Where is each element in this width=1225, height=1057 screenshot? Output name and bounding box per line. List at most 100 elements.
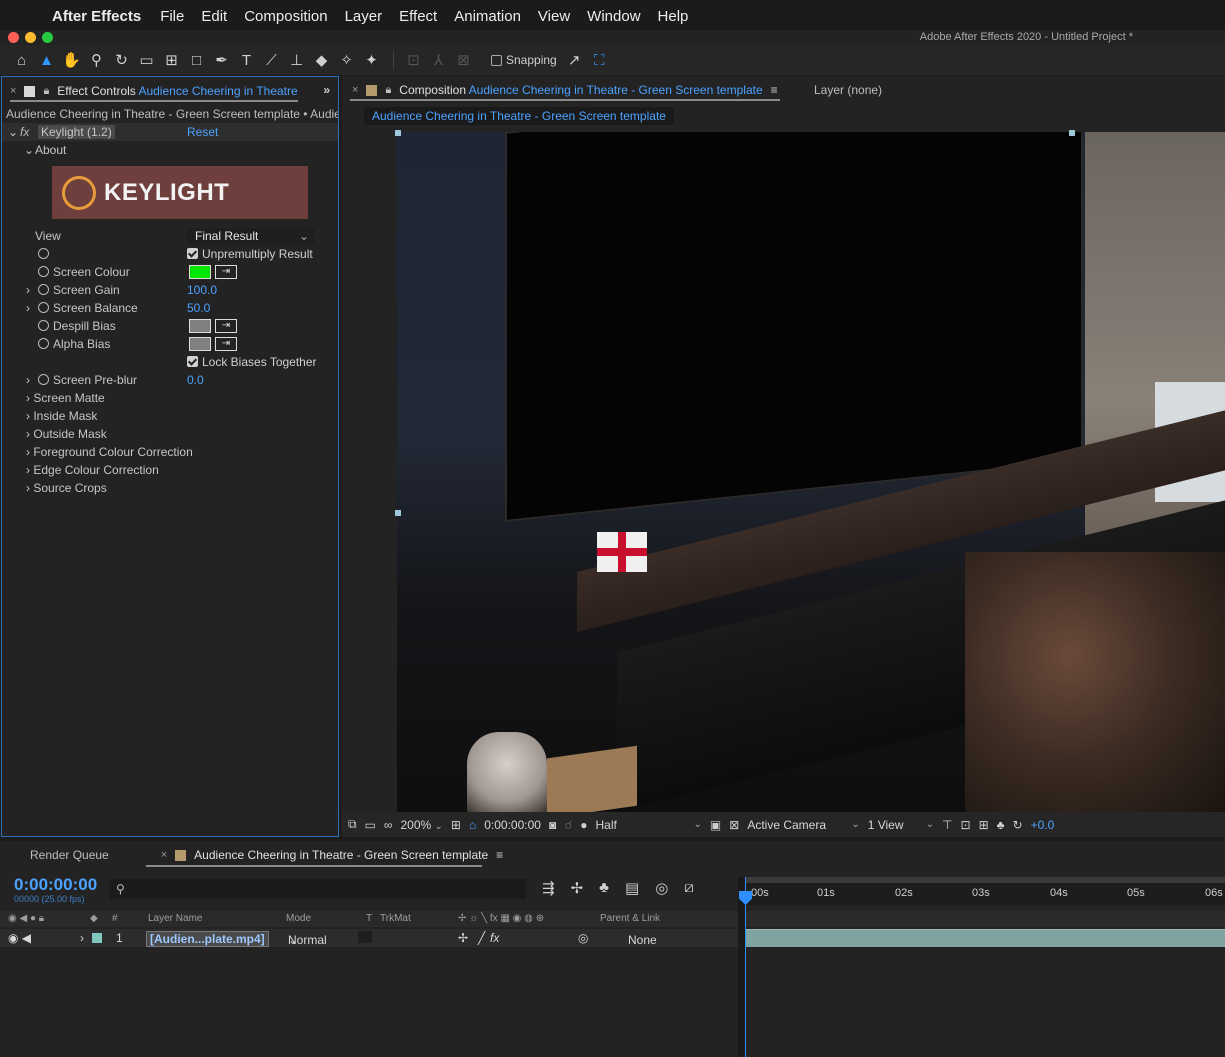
table-row[interactable]: ◉ ◀︎ › 1 [Audien...plate.mp4] Normal ⌄ ✢…: [0, 929, 738, 947]
layer-duration-bar[interactable]: [745, 929, 1225, 947]
stopwatch-icon[interactable]: [38, 247, 53, 261]
chevron-right-icon[interactable]: ›: [26, 373, 30, 387]
views-dropdown[interactable]: 1 View: [868, 818, 918, 832]
menu-edit[interactable]: Edit: [201, 8, 227, 25]
chevron-down-icon[interactable]: ⌄: [24, 143, 34, 157]
puppet-pin-tool-icon[interactable]: ✦: [360, 49, 383, 71]
comp-navigator-tab[interactable]: Audience Cheering in Theatre - Green Scr…: [364, 107, 674, 125]
menu-file[interactable]: File: [160, 8, 184, 25]
group-outside-mask[interactable]: › Outside Mask: [2, 425, 338, 443]
fx-switch-icon[interactable]: fx: [490, 931, 499, 945]
effect-row-keylight[interactable]: ⌄ fx Keylight (1.2) Reset: [2, 123, 338, 141]
current-time[interactable]: 0:00:00:00: [14, 875, 97, 895]
menu-window[interactable]: Window: [587, 8, 640, 25]
menu-effect[interactable]: Effect: [399, 8, 437, 25]
chevron-down-icon[interactable]: ⌄: [851, 819, 859, 830]
region-of-interest-icon[interactable]: ▣: [710, 818, 721, 832]
layer-handle[interactable]: [1069, 130, 1075, 136]
comp-flowchart-icon[interactable]: ⇶: [542, 879, 555, 897]
eyedropper-icon[interactable]: ⇥: [215, 337, 237, 351]
menu-composition[interactable]: Composition: [244, 8, 327, 25]
safe-zones-icon[interactable]: ⊞: [451, 818, 461, 832]
toggle-pixel-aspect-icon[interactable]: ⊤: [942, 818, 952, 832]
monitor-icon[interactable]: ▭: [365, 818, 376, 832]
zoom-window-button[interactable]: [42, 32, 53, 43]
timeline-icon[interactable]: ⊞: [979, 818, 989, 832]
group-source-crops[interactable]: › Source Crops: [2, 479, 338, 497]
channel-icon[interactable]: ●: [580, 818, 587, 832]
minimize-window-button[interactable]: [25, 32, 36, 43]
chevron-right-icon[interactable]: ›: [26, 301, 30, 315]
chevron-down-icon[interactable]: ⌄: [926, 819, 934, 830]
timecode-display[interactable]: 0:00:00:00: [484, 818, 541, 832]
timeline-work-area[interactable]: [745, 911, 1225, 927]
column-layer-name[interactable]: Layer Name: [148, 913, 202, 924]
brush-tool-icon[interactable]: ⟋: [260, 49, 283, 71]
view-axis-icon[interactable]: ⊠: [452, 49, 475, 71]
motion-blur-icon[interactable]: ◎: [655, 879, 668, 897]
render-queue-tab[interactable]: Render Queue: [30, 848, 109, 862]
alpha-bias-swatch[interactable]: [189, 337, 211, 351]
fx-icon[interactable]: fx: [20, 125, 29, 139]
chevron-down-icon[interactable]: ⌄: [8, 125, 18, 139]
group-inside-mask[interactable]: › Inside Mask: [2, 407, 338, 425]
zoom-tool-icon[interactable]: ⚲: [85, 49, 108, 71]
effect-controls-tab[interactable]: × 🔒︎ Effect Controls Audience Cheering i…: [2, 77, 338, 105]
camera-tool-icon[interactable]: ▭: [135, 49, 158, 71]
snapping-checkbox[interactable]: [491, 54, 502, 66]
screen-balance-value[interactable]: 50.0: [187, 301, 210, 315]
layer-handle[interactable]: [395, 130, 401, 136]
lock-biases-checkbox[interactable]: Lock Biases Together: [187, 355, 317, 369]
selection-tool-icon[interactable]: ▲: [35, 49, 58, 71]
menu-app-name[interactable]: After Effects: [52, 8, 141, 25]
composition-tab[interactable]: × 🔒︎ Composition Audience Cheering in Th…: [342, 76, 1225, 104]
vr-icon[interactable]: ∞: [384, 818, 393, 832]
local-axis-icon[interactable]: ⊡: [402, 49, 425, 71]
group-screen-matte[interactable]: › Screen Matte: [2, 389, 338, 407]
eyedropper-icon[interactable]: ⇥: [215, 319, 237, 333]
menu-animation[interactable]: Animation: [454, 8, 521, 25]
collapse-switch-icon[interactable]: ✢: [458, 931, 468, 945]
eyedropper-icon[interactable]: ⇥: [215, 265, 237, 279]
reset-link[interactable]: Reset: [187, 125, 218, 139]
mask-visibility-icon[interactable]: ⌂: [469, 818, 476, 832]
screen-colour-swatch[interactable]: [189, 265, 211, 279]
camera-dropdown[interactable]: Active Camera: [747, 818, 843, 832]
chevron-right-icon[interactable]: ›: [26, 283, 30, 297]
lock-icon[interactable]: 🔒︎: [385, 84, 391, 97]
close-tab-icon[interactable]: ×: [161, 849, 167, 861]
despill-bias-swatch[interactable]: [189, 319, 211, 333]
layer-search-input[interactable]: ⚲: [110, 879, 526, 899]
home-icon[interactable]: ⌂: [10, 49, 33, 71]
panel-menu-icon[interactable]: [24, 85, 36, 97]
view-dropdown[interactable]: Final Result ⌄: [187, 228, 315, 244]
world-axis-icon[interactable]: ⅄: [427, 49, 450, 71]
rectangle-tool-icon[interactable]: □: [185, 49, 208, 71]
menu-help[interactable]: Help: [658, 8, 689, 25]
trkmat-toggle[interactable]: [358, 931, 372, 943]
chevron-down-icon[interactable]: ⌄: [694, 819, 702, 830]
rotation-tool-icon[interactable]: ↻: [110, 49, 133, 71]
roto-brush-tool-icon[interactable]: ✧: [335, 49, 358, 71]
flowchart-icon[interactable]: ♣: [997, 818, 1005, 832]
group-foreground-colour-correction[interactable]: › Foreground Colour Correction: [2, 443, 338, 461]
hand-tool-icon[interactable]: ✋: [60, 49, 83, 71]
eraser-tool-icon[interactable]: ◆: [310, 49, 333, 71]
close-window-button[interactable]: [8, 32, 19, 43]
shy-layers-icon[interactable]: ♣: [599, 879, 609, 897]
transparency-grid-icon[interactable]: ⊠: [729, 818, 739, 832]
draft-3d-icon[interactable]: ✢: [571, 879, 584, 897]
snap-edges-icon[interactable]: ↗: [563, 49, 586, 71]
exposure-value[interactable]: +0.0: [1031, 818, 1055, 832]
snapping-toggle[interactable]: Snapping: [491, 53, 557, 67]
pen-tool-icon[interactable]: ✒: [210, 49, 233, 71]
graph-editor-icon[interactable]: ⧄: [684, 879, 694, 897]
quality-switch-icon[interactable]: ╱: [478, 931, 485, 945]
frame-blending-icon[interactable]: ▤: [625, 879, 639, 897]
about-row[interactable]: ⌄ About: [2, 141, 338, 159]
layer-label-color[interactable]: [92, 933, 102, 943]
snap-features-icon[interactable]: ⛶: [588, 49, 611, 71]
menu-layer[interactable]: Layer: [345, 8, 383, 25]
composition-viewer[interactable]: [397, 132, 1225, 812]
preblur-value[interactable]: 0.0: [187, 373, 204, 387]
